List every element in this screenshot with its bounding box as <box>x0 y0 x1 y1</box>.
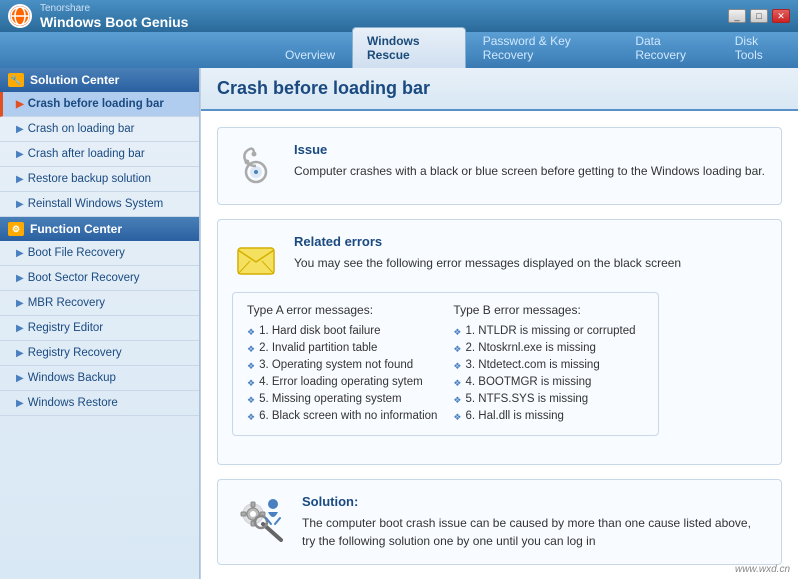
error-b1: 1. NTLDR is missing or corrupted <box>453 323 643 340</box>
solution-center-header: 🔧 Solution Center <box>0 68 199 92</box>
error-b5: 5. NTFS.SYS is missing <box>453 391 643 408</box>
sidebar-item-crash-on[interactable]: ▶ Crash on loading bar <box>0 117 199 142</box>
tab-overview[interactable]: Overview <box>270 41 350 68</box>
titlebar-left: Tenorshare Windows Boot Genius <box>8 3 188 30</box>
type-b-title: Type B error messages: <box>453 303 643 317</box>
solution-icon <box>232 494 288 542</box>
issue-text: Computer crashes with a black or blue sc… <box>294 162 765 180</box>
sidebar-item-label: Windows Restore <box>28 397 118 409</box>
bullet-icon: ▶ <box>16 323 24 334</box>
type-b-list: 1. NTLDR is missing or corrupted 2. Ntos… <box>453 323 643 425</box>
error-b4: 4. BOOTMGR is missing <box>453 374 643 391</box>
error-a5: 5. Missing operating system <box>247 391 437 408</box>
sidebar-item-mbr[interactable]: ▶ MBR Recovery <box>0 291 199 316</box>
error-a3: 3. Operating system not found <box>247 357 437 374</box>
sidebar-item-label: Restore backup solution <box>28 173 151 185</box>
error-columns: Type A error messages: 1. Hard disk boot… <box>232 292 659 436</box>
company-name: Tenorshare <box>40 3 188 14</box>
sidebar-item-label: MBR Recovery <box>28 297 105 309</box>
error-b6: 6. Hal.dll is missing <box>453 408 643 425</box>
content-title: Crash before loading bar <box>201 68 798 111</box>
bullet-icon: ▶ <box>16 298 24 309</box>
function-center-header: ⚙ Function Center <box>0 217 199 241</box>
issue-card: Issue Computer crashes with a black or b… <box>217 127 782 205</box>
sidebar-item-label: Reinstall Windows System <box>28 198 163 210</box>
sidebar-item-reinstall[interactable]: ▶ Reinstall Windows System <box>0 192 199 217</box>
sidebar-item-windows-restore[interactable]: ▶ Windows Restore <box>0 391 199 416</box>
type-a-column: Type A error messages: 1. Hard disk boot… <box>247 303 437 425</box>
watermark: www.wxd.cn <box>735 564 790 575</box>
sidebar-item-label: Crash on loading bar <box>28 123 135 135</box>
app-logo <box>8 4 32 28</box>
close-button[interactable]: ✕ <box>772 9 790 23</box>
bullet-icon: ▶ <box>16 174 24 185</box>
solution-center-icon: 🔧 <box>8 73 24 87</box>
window-controls: _ □ ✕ <box>728 9 790 23</box>
solution-content: Solution: The computer boot crash issue … <box>302 494 767 550</box>
related-errors-icon <box>232 234 280 282</box>
sidebar-item-label: Windows Backup <box>28 372 116 384</box>
error-b3: 3. Ntdetect.com is missing <box>453 357 643 374</box>
sidebar: 🔧 Solution Center ▶ Crash before loading… <box>0 68 200 579</box>
restore-button[interactable]: □ <box>750 9 768 23</box>
error-b2: 2. Ntoskrnl.exe is missing <box>453 340 643 357</box>
sidebar-item-label: Registry Editor <box>28 322 103 334</box>
titlebar-text: Tenorshare Windows Boot Genius <box>40 3 188 30</box>
type-b-column: Type B error messages: 1. NTLDR is missi… <box>453 303 643 425</box>
bullet-icon: ▶ <box>16 373 24 384</box>
solution-center-label: Solution Center <box>30 73 119 87</box>
related-errors-card: Related errors You may see the following… <box>217 219 782 465</box>
sidebar-item-crash-before[interactable]: ▶ Crash before loading bar <box>0 92 199 117</box>
content-area: Crash before loading bar <box>200 68 798 579</box>
error-a4: 4. Error loading operating sytem <box>247 374 437 391</box>
bullet-icon: ▶ <box>16 99 24 110</box>
function-center-icon: ⚙ <box>8 222 24 236</box>
sidebar-item-label: Boot Sector Recovery <box>28 272 140 284</box>
sidebar-item-crash-after[interactable]: ▶ Crash after loading bar <box>0 142 199 167</box>
tab-disk-tools[interactable]: Disk Tools <box>720 27 796 68</box>
nav-tabs: Overview Windows Rescue Password & Key R… <box>0 32 798 68</box>
minimize-button[interactable]: _ <box>728 9 746 23</box>
tab-windows-rescue[interactable]: Windows Rescue <box>352 27 466 68</box>
issue-icon <box>232 142 280 190</box>
content-body: Issue Computer crashes with a black or b… <box>201 111 798 579</box>
issue-title: Issue <box>294 142 765 157</box>
bullet-icon: ▶ <box>16 149 24 160</box>
related-errors-header: Related errors You may see the following… <box>232 234 681 282</box>
app-title: Windows Boot Genius <box>40 14 188 30</box>
solution-text: The computer boot crash issue can be cau… <box>302 514 767 550</box>
error-a1: 1. Hard disk boot failure <box>247 323 437 340</box>
solution-title: Solution: <box>302 494 767 509</box>
sidebar-item-label: Boot File Recovery <box>28 247 125 259</box>
related-errors-title: Related errors <box>294 234 681 249</box>
sidebar-item-label: Registry Recovery <box>28 347 122 359</box>
related-errors-subtitle: You may see the following error messages… <box>294 254 681 272</box>
sidebar-item-restore-backup[interactable]: ▶ Restore backup solution <box>0 167 199 192</box>
sidebar-item-label: Crash before loading bar <box>28 98 164 110</box>
type-a-list: 1. Hard disk boot failure 2. Invalid par… <box>247 323 437 425</box>
main-layout: 🔧 Solution Center ▶ Crash before loading… <box>0 68 798 579</box>
error-a2: 2. Invalid partition table <box>247 340 437 357</box>
sidebar-item-label: Crash after loading bar <box>28 148 145 160</box>
type-a-title: Type A error messages: <box>247 303 437 317</box>
tab-data-recovery[interactable]: Data Recovery <box>620 27 717 68</box>
solution-card: Solution: The computer boot crash issue … <box>217 479 782 565</box>
error-a6: 6. Black screen with no information <box>247 408 437 425</box>
sidebar-item-boot-file[interactable]: ▶ Boot File Recovery <box>0 241 199 266</box>
bullet-icon: ▶ <box>16 124 24 135</box>
sidebar-item-windows-backup[interactable]: ▶ Windows Backup <box>0 366 199 391</box>
sidebar-item-boot-sector[interactable]: ▶ Boot Sector Recovery <box>0 266 199 291</box>
sidebar-item-registry-recovery[interactable]: ▶ Registry Recovery <box>0 341 199 366</box>
function-center-label: Function Center <box>30 222 122 236</box>
bullet-icon: ▶ <box>16 248 24 259</box>
bullet-icon: ▶ <box>16 398 24 409</box>
bullet-icon: ▶ <box>16 348 24 359</box>
issue-content: Issue Computer crashes with a black or b… <box>294 142 765 180</box>
bullet-icon: ▶ <box>16 199 24 210</box>
sidebar-item-registry-editor[interactable]: ▶ Registry Editor <box>0 316 199 341</box>
bullet-icon: ▶ <box>16 273 24 284</box>
tab-password-recovery[interactable]: Password & Key Recovery <box>468 27 619 68</box>
related-errors-content: Related errors You may see the following… <box>294 234 681 272</box>
